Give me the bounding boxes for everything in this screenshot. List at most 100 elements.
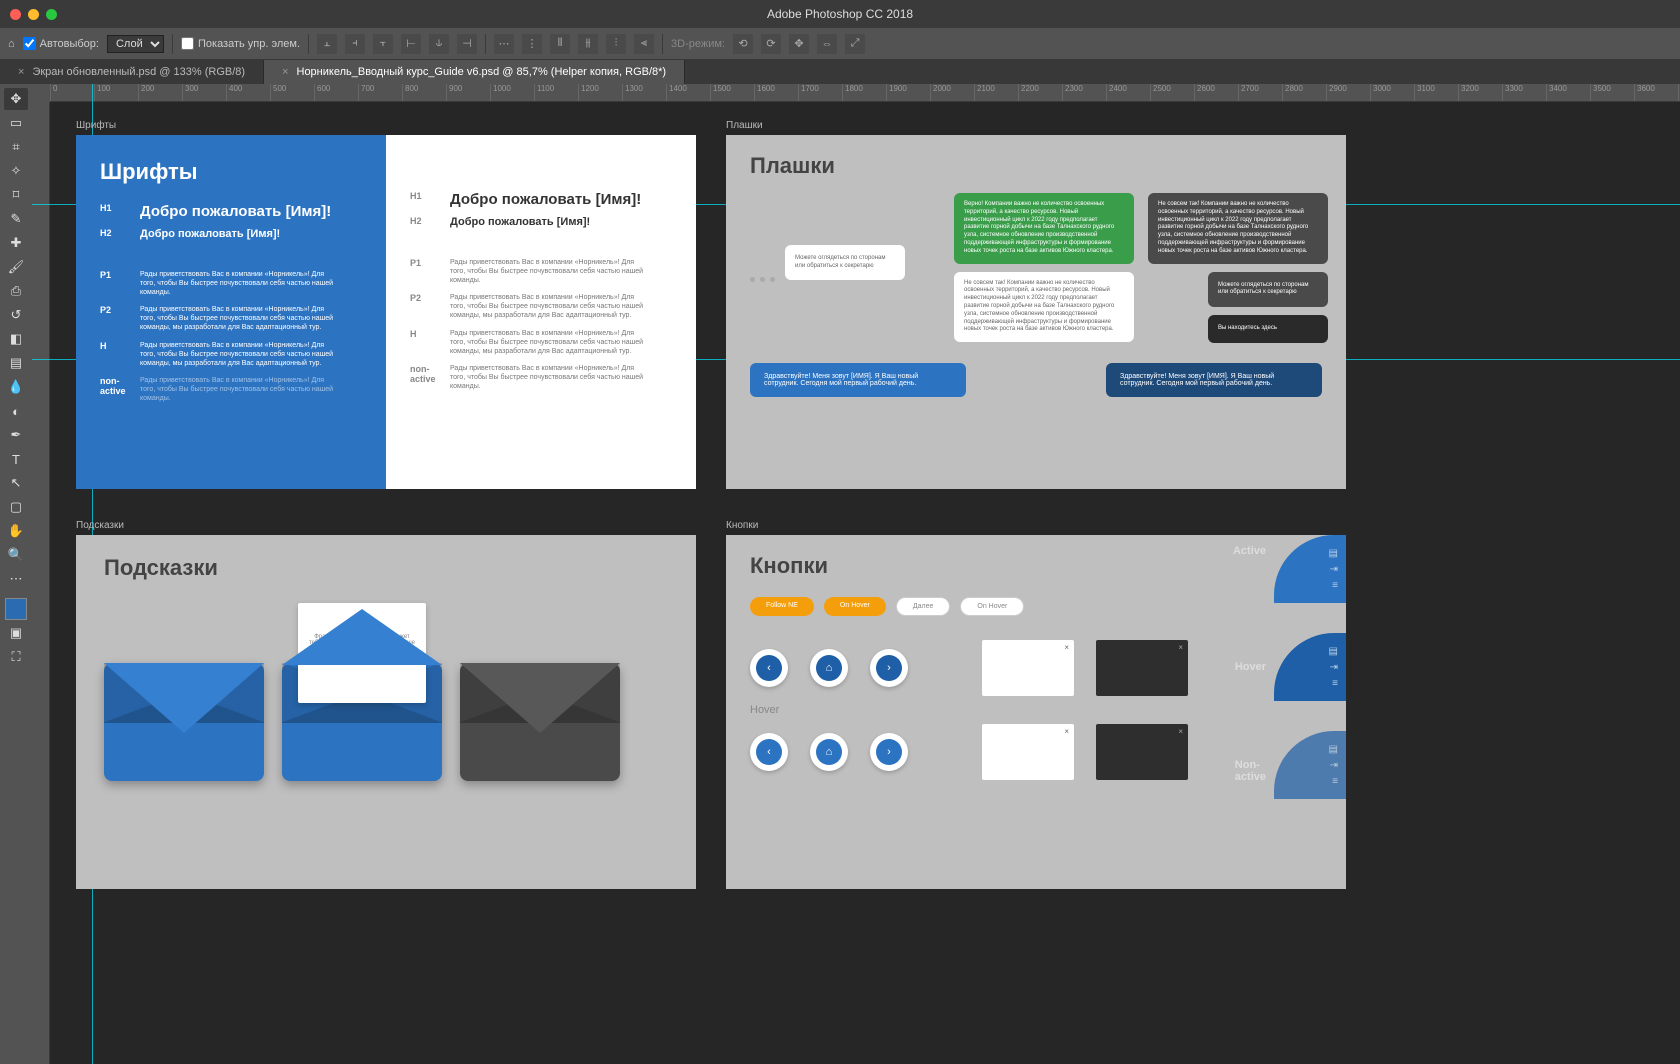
menu-icon: ≡ xyxy=(1332,580,1338,591)
envelope-open: ❝Фраза-артефакт, которая поможет тебе пр… xyxy=(282,663,442,781)
edit-toolbar[interactable]: ⋯ xyxy=(4,568,28,590)
eraser-tool[interactable]: ◧ xyxy=(4,328,28,350)
align-hcenter-icon[interactable]: ⫝ xyxy=(429,34,449,54)
plate-card: Не совсем так! Компании важно не количес… xyxy=(1148,193,1328,264)
align-right-icon[interactable]: ⊣ xyxy=(457,34,477,54)
quickmask-tool[interactable]: ▣ xyxy=(4,622,28,644)
gradient-tool[interactable]: ▤ xyxy=(4,352,28,374)
ruler-vertical[interactable] xyxy=(32,102,50,1064)
close-icon[interactable]: × xyxy=(18,66,24,78)
ruler-horizontal[interactable]: 0100200300400500600700800900100011001200… xyxy=(50,84,1680,102)
circle-button: ⌂ xyxy=(810,733,848,771)
plate-bar: Здравствуйте! Меня зовут [ИМЯ]. Я Ваш но… xyxy=(1106,363,1322,397)
pen-tool[interactable]: ✒ xyxy=(4,424,28,446)
artboard-fonts[interactable]: Шрифты H1Добро пожаловать [Имя]!H2Добро … xyxy=(76,135,696,489)
exit-icon: ⇥ xyxy=(1330,662,1338,673)
options-bar: ⌂ Автовыбор: Слой Показать упр. элем. ⫠ … xyxy=(0,28,1680,60)
color-swatch[interactable] xyxy=(5,598,27,620)
home-icon[interactable]: ⌂ xyxy=(816,655,842,681)
screenmode-tool[interactable]: ⛶ xyxy=(4,646,28,668)
dist-6-icon[interactable]: ⫷ xyxy=(634,34,654,54)
pill-button[interactable]: On Hover xyxy=(960,597,1024,616)
history-brush-tool[interactable]: ↺ xyxy=(4,304,28,326)
3d-scale-icon[interactable]: ⤢ xyxy=(845,34,865,54)
app-title: Adobe Photoshop CC 2018 xyxy=(767,7,913,21)
maximize-window[interactable] xyxy=(46,9,57,20)
dodge-tool[interactable]: ◐ xyxy=(4,400,28,422)
circle-button: › xyxy=(870,649,908,687)
align-vcenter-icon[interactable]: ⫞ xyxy=(345,34,365,54)
stamp-tool[interactable]: ⎙ xyxy=(4,280,28,302)
minimize-window[interactable] xyxy=(28,9,39,20)
corner-menu-active[interactable]: ▤⇥≡ xyxy=(1274,535,1346,603)
distribute-h-icon[interactable]: ⋯ xyxy=(494,34,514,54)
close-icon[interactable]: × xyxy=(1178,727,1183,736)
section-title: Шрифты xyxy=(100,159,362,185)
3d-orbit-icon[interactable]: ⟲ xyxy=(733,34,753,54)
exit-icon: ⇥ xyxy=(1330,564,1338,575)
dist-4-icon[interactable]: ⫵ xyxy=(578,34,598,54)
autoselect-check[interactable]: Автовыбор: xyxy=(23,37,99,50)
path-tool[interactable]: ↖ xyxy=(4,472,28,494)
eyedropper-tool[interactable]: ✎ xyxy=(4,208,28,230)
arrow-left-icon[interactable]: ‹ xyxy=(756,655,782,681)
arrow-left-icon[interactable]: ‹ xyxy=(756,739,782,765)
close-window[interactable] xyxy=(10,9,21,20)
menu-icon: ≡ xyxy=(1332,776,1338,787)
plate-card: Можете оглядеться по сторонам или обрати… xyxy=(1208,272,1328,308)
close-icon[interactable]: × xyxy=(282,66,288,78)
corner-menu-hover[interactable]: ▤⇥≡ xyxy=(1274,633,1346,701)
arrow-right-icon[interactable]: › xyxy=(876,739,902,765)
close-icon[interactable]: × xyxy=(1064,727,1069,736)
dist-3-icon[interactable]: ⫴ xyxy=(550,34,570,54)
autoselect-select[interactable]: Слой xyxy=(107,35,164,53)
align-top-icon[interactable]: ⫠ xyxy=(317,34,337,54)
pill-button[interactable]: Follow NE xyxy=(750,597,814,616)
zoom-tool[interactable]: 🔍 xyxy=(4,544,28,566)
home-icon[interactable]: ⌂ xyxy=(816,739,842,765)
envelope-closed xyxy=(104,663,264,781)
lasso-tool[interactable]: ⌗ xyxy=(4,136,28,158)
canvas[interactable]: 0100200300400500600700800900100011001200… xyxy=(32,84,1680,1064)
plate-card: Верно! Компании важно не количество осво… xyxy=(954,193,1134,264)
pill-button[interactable]: Далее xyxy=(896,597,951,616)
type-tool[interactable]: T xyxy=(4,448,28,470)
corner-menu-nonactive[interactable]: ▤⇥≡ xyxy=(1274,731,1346,799)
blur-tool[interactable]: 💧 xyxy=(4,376,28,398)
plate-card: Вы находитесь здесь xyxy=(1208,315,1328,343)
home-icon[interactable]: ⌂ xyxy=(8,38,15,50)
brush-tool[interactable]: 🖌 xyxy=(4,256,28,278)
pill-button[interactable]: On Hover xyxy=(824,597,886,616)
move-tool[interactable]: ✥ xyxy=(4,88,28,110)
wand-tool[interactable]: ✧ xyxy=(4,160,28,182)
distribute-v-icon[interactable]: ⋮ xyxy=(522,34,542,54)
artboard-plates[interactable]: Плашки Можете оглядеться по сторонам или… xyxy=(726,135,1346,489)
titlebar: Adobe Photoshop CC 2018 xyxy=(0,0,1680,28)
show-controls-check[interactable]: Показать упр. элем. xyxy=(181,37,300,50)
heal-tool[interactable]: ✚ xyxy=(4,232,28,254)
crop-tool[interactable]: ⌑ xyxy=(4,184,28,206)
arrow-right-icon[interactable]: › xyxy=(876,655,902,681)
plate-bar: Здравствуйте! Меня зовут [ИМЯ]. Я Ваш но… xyxy=(750,363,966,397)
close-icon[interactable]: × xyxy=(1178,643,1183,652)
state-label: Non-active xyxy=(1235,759,1266,783)
3d-roll-icon[interactable]: ⟳ xyxy=(761,34,781,54)
plate-card: Не совсем так! Компании важно не количес… xyxy=(954,272,1134,343)
align-bottom-icon[interactable]: ⫟ xyxy=(373,34,393,54)
hand-tool[interactable]: ✋ xyxy=(4,520,28,542)
shape-tool[interactable]: ▢ xyxy=(4,496,28,518)
artboard-hints[interactable]: Подсказки ❝Фраза-артефакт, которая помож… xyxy=(76,535,696,889)
artboard-buttons[interactable]: Кнопки Follow NE On Hover Далее On Hover… xyxy=(726,535,1346,889)
artboard-label: Шрифты xyxy=(76,120,696,131)
dist-5-icon[interactable]: ⫶ xyxy=(606,34,626,54)
3d-pan-icon[interactable]: ✥ xyxy=(789,34,809,54)
document-tab[interactable]: ×Экран обновленный.psd @ 133% (RGB/8) xyxy=(0,60,264,84)
close-icon[interactable]: × xyxy=(1064,643,1069,652)
envelope-dark xyxy=(460,663,620,781)
3d-slide-icon[interactable]: ⇔ xyxy=(817,34,837,54)
align-left-icon[interactable]: ⊢ xyxy=(401,34,421,54)
document-tab[interactable]: ×Норникель_Вводный курс_Guide v6.psd @ 8… xyxy=(264,60,685,84)
circle-button: ‹ xyxy=(750,733,788,771)
marquee-tool[interactable]: ▭ xyxy=(4,112,28,134)
artboard-label: Кнопки xyxy=(726,520,1346,531)
